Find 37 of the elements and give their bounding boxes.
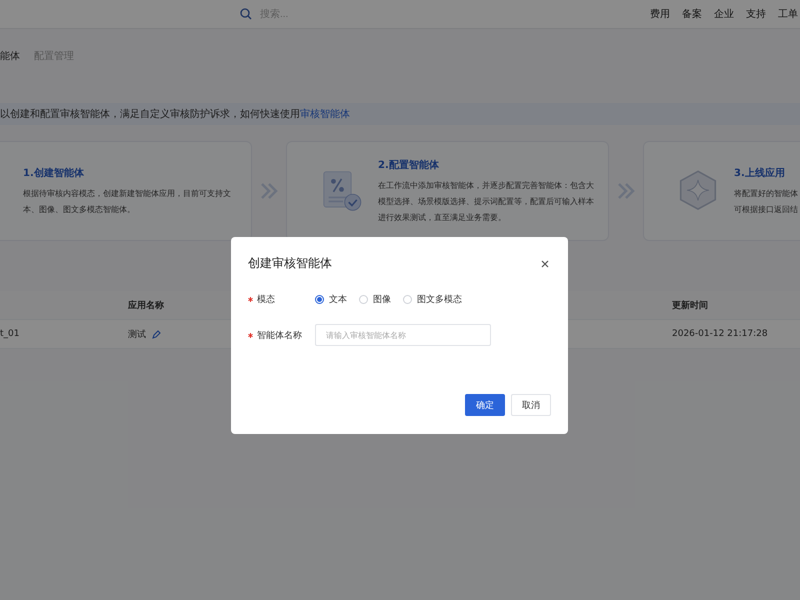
radio-option[interactable]: 图文多模态	[403, 292, 462, 306]
radio-option[interactable]: 图像	[359, 292, 391, 306]
step-description: 可根据接口返回结	[734, 204, 798, 216]
step-description: 进行效果测试，直至满足业务需要。	[378, 212, 507, 224]
step-description: 模型选择、场景模版选择、提示词配置等，配置后可输入样本	[378, 196, 594, 208]
table-cell: t_01	[0, 329, 20, 339]
search-icon	[240, 8, 252, 20]
step-title: 1.创建智能体	[23, 166, 85, 180]
column-header: 应用名称	[128, 299, 164, 312]
table-cell: 2026-01-12 21:17:28	[672, 329, 768, 339]
step-description: 在工作流中添加审核智能体，并逐步配置完善智能体：包含大	[378, 180, 594, 192]
step-description: 将配置好的智能体	[734, 188, 798, 200]
help-link[interactable]: 审核智能体	[300, 109, 350, 120]
step-title: 2.配置智能体	[378, 158, 440, 172]
breadcrumb-item[interactable]: 能体	[0, 49, 20, 61]
double-chevron-icon	[260, 181, 278, 201]
nav-link[interactable]: 工单	[778, 7, 798, 21]
table-cell-text: 测试	[128, 328, 146, 340]
nav-link[interactable]: 支持	[746, 7, 766, 21]
edit-icon[interactable]	[152, 330, 161, 338]
nav-link[interactable]: 备案	[682, 7, 702, 21]
name-input-field[interactable]: 请输入审核智能体名称	[315, 324, 491, 346]
nav-link[interactable]: 费用	[650, 7, 670, 21]
double-chevron-icon	[617, 181, 635, 201]
step-description: 本、图像、图文多模态智能体。	[23, 204, 136, 216]
step-description: 根据待审核内容模态，创建新建智能体应用，目前可支持文	[23, 188, 231, 200]
confirm-button[interactable]: 确定	[465, 394, 505, 416]
cancel-button[interactable]: 取消	[511, 394, 551, 416]
close-button[interactable]	[539, 258, 551, 270]
step-title: 3.上线应用	[734, 166, 786, 180]
dialog-title: 创建审核智能体	[248, 255, 332, 272]
nav-link[interactable]: 企业	[714, 7, 734, 21]
field-label: 模态	[257, 294, 275, 306]
column-header: 更新时间	[672, 299, 708, 312]
radio-option[interactable]: 文本	[315, 292, 347, 306]
field-label: 智能体名称	[257, 330, 302, 342]
banner-text: 以创建和配置审核智能体，满足自定义审核防护诉求，如何快速使用审核智能体	[0, 108, 350, 121]
